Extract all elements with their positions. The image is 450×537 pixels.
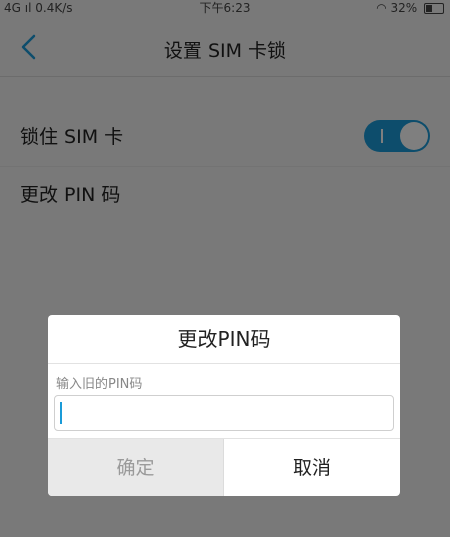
text-caret bbox=[60, 402, 62, 424]
cancel-button[interactable]: 取消 bbox=[224, 439, 400, 496]
dialog-buttons: 确定 取消 bbox=[48, 438, 400, 496]
confirm-button[interactable]: 确定 bbox=[48, 439, 224, 496]
change-pin-dialog: 更改PIN码 输入旧的PIN码 确定 取消 bbox=[48, 315, 400, 496]
pin-input-hint: 输入旧的PIN码 bbox=[56, 377, 143, 392]
dialog-title: 更改PIN码 bbox=[48, 315, 400, 364]
old-pin-input[interactable] bbox=[54, 395, 394, 431]
